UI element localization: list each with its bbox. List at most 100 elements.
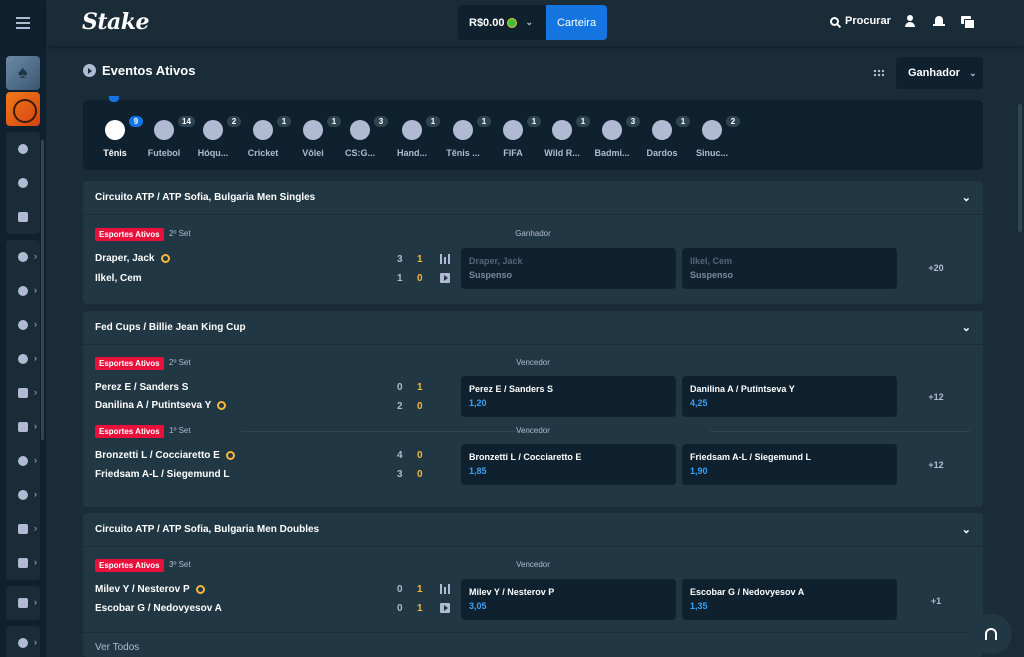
sidebar-item-wild-rift[interactable]: › — [6, 512, 40, 546]
sport-tab-volleyball[interactable]: 1 Vôlei — [289, 116, 341, 158]
chevron-right-icon: › — [34, 455, 37, 465]
team-2[interactable]: Friedsam A-L / Siegemund L — [95, 469, 229, 480]
chevron-right-icon: › — [34, 489, 37, 499]
odds-outcome: Bronzetti L / Cocciaretto E — [469, 452, 582, 462]
event-row: Esportes Ativos 3º Set Vencedor Milev Y … — [83, 547, 983, 633]
table-tennis-icon: 1 — [453, 116, 491, 140]
user-icon[interactable] — [904, 15, 916, 27]
sidebar-item-basketball-2[interactable]: › — [6, 626, 40, 657]
stats-icon[interactable] — [440, 254, 450, 264]
logo[interactable]: Stake — [82, 9, 150, 35]
sidebar-item-betslip[interactable] — [6, 200, 40, 234]
balance-selector[interactable]: R$0.00 ⌄ — [458, 5, 546, 40]
headset-icon — [985, 628, 997, 640]
sports-filter-bar: 9 Tênis 14 Futebol 2 Hóqu... 1 Cricket 1 Vôle… — [83, 96, 983, 170]
sidebar-item-football[interactable]: › — [6, 240, 40, 274]
sidebar-item-tennis[interactable]: › — [6, 274, 40, 308]
grid-view-icon[interactable] — [873, 69, 884, 77]
menu-button[interactable] — [0, 0, 46, 46]
odds-button[interactable]: Bronzetti L / Cocciaretto E 1,85 — [461, 444, 676, 485]
live-stream-icon[interactable] — [440, 603, 450, 613]
sidebar-item-live[interactable] — [6, 132, 40, 166]
sidebar-group-more: › — [6, 626, 40, 657]
main-scrollbar[interactable] — [1018, 104, 1022, 232]
live-stream-icon[interactable] — [440, 273, 450, 283]
sport-tab-table-tennis[interactable]: 1 Tênis ... — [439, 116, 491, 158]
sidebar-item-csgo[interactable]: › — [6, 546, 40, 580]
stopwatch-icon — [18, 178, 28, 188]
chevron-down-icon: ⌄ — [525, 17, 534, 27]
page-title: Eventos Ativos — [102, 63, 196, 78]
sidebar-item-volleyball[interactable]: › — [6, 444, 40, 478]
sport-tab-label: Hand... — [396, 148, 427, 158]
market-label: Vencedor — [516, 358, 550, 367]
sidebar: › › › › › › › › › › › › — [0, 0, 46, 657]
market-dropdown[interactable]: Ganhador ⌄ — [896, 57, 983, 89]
team-1[interactable]: Bronzetti L / Cocciaretto E — [95, 450, 235, 461]
see-all-link[interactable]: Ver Todos — [95, 642, 139, 653]
sport-tab-snooker[interactable]: 2 Sinuc... — [688, 116, 740, 158]
sidebar-item-hockey[interactable]: › — [6, 376, 40, 410]
wallet-button[interactable]: Carteira — [546, 5, 607, 40]
team-1[interactable]: Milev Y / Nesterov P — [95, 584, 205, 595]
odds-button[interactable]: Friedsam A-L / Siegemund L 1,90 — [682, 444, 897, 485]
odds-button[interactable]: Draper, Jack Suspenso — [461, 248, 676, 289]
chevron-right-icon: › — [34, 319, 37, 329]
chat-icon[interactable] — [961, 15, 975, 29]
team-2[interactable]: Ilkel, Cem — [95, 273, 142, 284]
market-label: Vencedor — [516, 426, 550, 435]
team-2-name: Escobar G / Nedovyesov A — [95, 603, 222, 614]
bell-icon[interactable] — [933, 15, 945, 27]
sport-tab-tennis[interactable]: 9 Tênis — [91, 116, 143, 158]
sidebar-item-baseball[interactable]: › — [6, 410, 40, 444]
sport-tab-handball[interactable]: 1 Hand... — [388, 116, 440, 158]
odds-outcome: Draper, Jack — [469, 256, 523, 266]
sport-tab-csgo[interactable]: 3 CS:G... — [336, 116, 388, 158]
sidebar-item-esports[interactable]: › — [6, 586, 40, 620]
stats-icon[interactable] — [440, 584, 450, 594]
sport-tab-darts[interactable]: 1 Dardos — [638, 116, 690, 158]
sport-tab-badminton[interactable]: 3 Badmi... — [588, 116, 640, 158]
odds-outcome: Perez E / Sanders S — [469, 384, 554, 394]
sport-tab-label: CS:G... — [344, 148, 375, 158]
search-button[interactable]: Procurar — [830, 15, 891, 27]
team-2[interactable]: Escobar G / Nedovyesov A — [95, 603, 222, 614]
sports-tab[interactable] — [6, 92, 40, 126]
more-markets-button[interactable]: +1 — [903, 596, 969, 606]
sport-tab-label: Sinuc... — [695, 148, 728, 158]
sidebar-item-table-tennis[interactable]: › — [6, 478, 40, 512]
sport-tab-cricket[interactable]: 1 Cricket — [239, 116, 291, 158]
support-button[interactable] — [970, 614, 1012, 654]
casino-tab[interactable] — [6, 56, 40, 90]
team-1[interactable]: Perez E / Sanders S — [95, 382, 188, 393]
team-2[interactable]: Danilina A / Putintseva Y — [95, 400, 227, 411]
event-group-header[interactable]: Circuito ATP / ATP Sofia, Bulgaria Men D… — [83, 513, 983, 547]
odds-button[interactable]: Escobar G / Nedovyesov A 1,35 — [682, 579, 897, 620]
sport-tab-label: Dardos — [646, 148, 678, 158]
team-2-name: Friedsam A-L / Siegemund L — [95, 469, 230, 480]
event-group-header[interactable]: Fed Cups / Billie Jean King Cup ⌄ — [83, 311, 983, 345]
sport-tab-football[interactable]: 14 Futebol — [140, 116, 195, 158]
sidebar-scrollbar[interactable] — [41, 140, 44, 440]
play-icon — [83, 64, 96, 77]
chevron-down-icon: ⌄ — [961, 192, 971, 204]
odds-button[interactable]: Ilkel, Cem Suspenso — [682, 248, 897, 289]
team-1[interactable]: Draper, Jack — [95, 253, 170, 264]
more-markets-button[interactable]: +20 — [903, 263, 969, 273]
odds-button[interactable]: Perez E / Sanders S 1,20 — [461, 376, 676, 417]
wild-rift-icon — [18, 524, 28, 534]
sidebar-item-handball[interactable]: › — [6, 308, 40, 342]
sport-tab-hockey[interactable]: 2 Hóqu... — [189, 116, 241, 158]
sport-tab-wild-rift[interactable]: 1 Wild R... — [538, 116, 590, 158]
more-markets-button[interactable]: +12 — [903, 460, 969, 470]
sidebar-item-basketball[interactable]: › — [6, 342, 40, 376]
sidebar-group-esports: › — [6, 586, 40, 620]
event-group-header[interactable]: Circuito ATP / ATP Sofia, Bulgaria Men S… — [83, 181, 983, 215]
odds-value: Suspenso — [690, 270, 734, 280]
sport-tab-fifa[interactable]: 1 FIFA — [489, 116, 541, 158]
odds-button[interactable]: Danilina A / Putintseva Y 4,25 — [682, 376, 897, 417]
sport-tab-label: Tênis ... — [446, 148, 480, 158]
more-markets-button[interactable]: +12 — [903, 392, 969, 402]
sidebar-item-upcoming[interactable] — [6, 166, 40, 200]
odds-button[interactable]: Milev Y / Nesterov P 3,05 — [461, 579, 676, 620]
